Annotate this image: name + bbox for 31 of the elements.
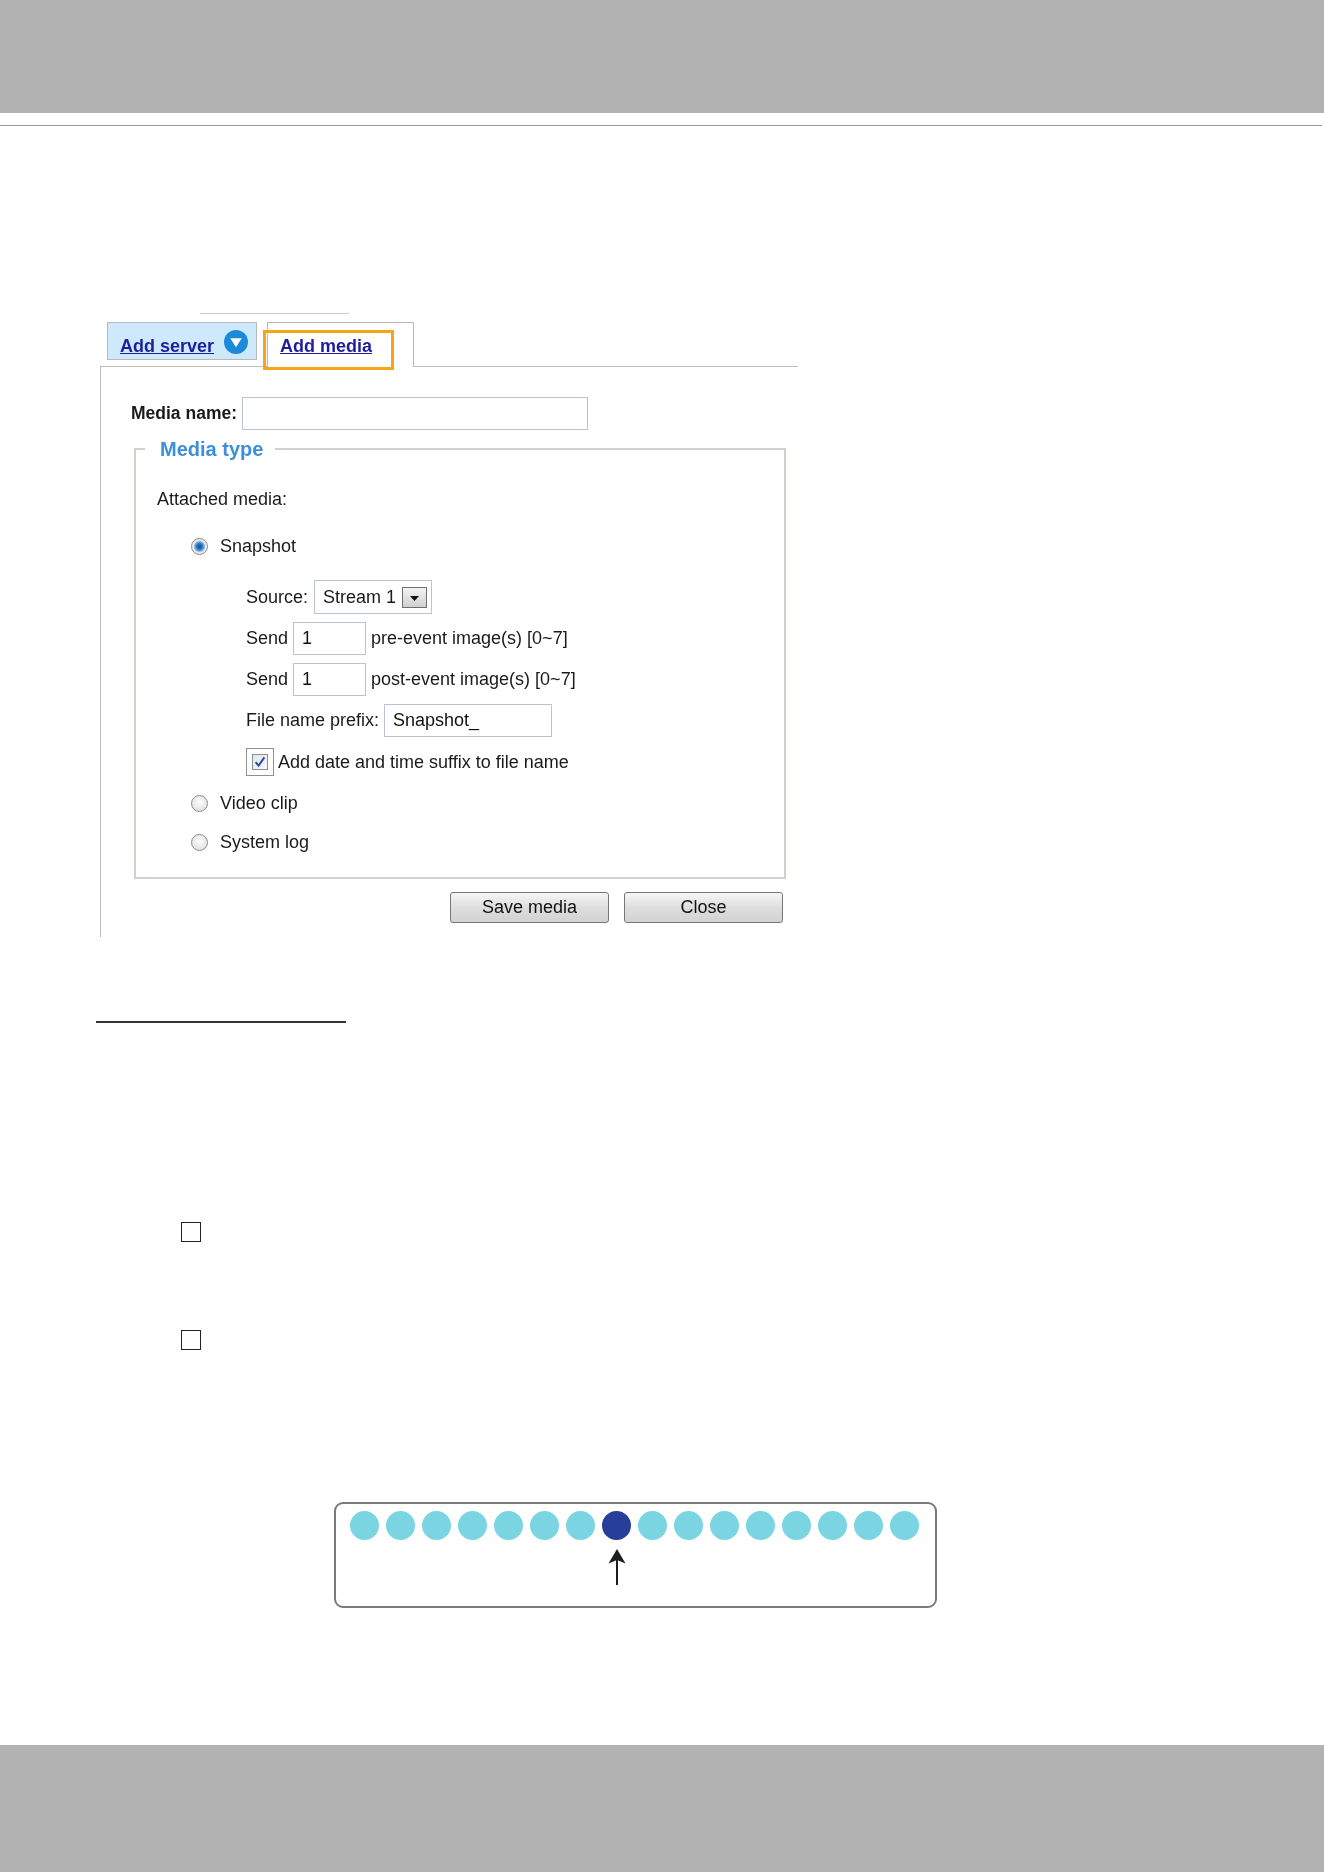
tab[interactable]: Add media: [267, 322, 414, 367]
radio-label[interactable]: Video clip: [220, 792, 298, 814]
dialog-button[interactable]: Save media: [450, 892, 609, 923]
radio-button[interactable]: [191, 833, 208, 851]
checkbox[interactable]: [181, 1330, 201, 1350]
dialog-button[interactable]: Close: [624, 892, 783, 923]
checkbox[interactable]: [246, 748, 274, 776]
field-label: File name prefix:: [246, 710, 380, 731]
radio-button[interactable]: [191, 794, 208, 812]
checkbox[interactable]: [181, 1222, 201, 1242]
group-title: Media type: [159, 438, 265, 460]
text-field[interactable]: [242, 397, 588, 430]
caret-down-icon[interactable]: [402, 586, 428, 608]
field-label: Send: [246, 628, 289, 649]
field-label: pre-event image(s) [0~7]: [371, 628, 568, 649]
source-dropdown[interactable]: Stream 1: [314, 580, 433, 614]
text-field[interactable]: Snapshot_: [384, 704, 553, 737]
field-label: Send: [246, 669, 289, 690]
radio-label[interactable]: Snapshot: [220, 535, 297, 557]
field-label: Media name:: [131, 403, 237, 424]
field-label: Attached media:: [157, 488, 288, 510]
field-label: Source:: [246, 586, 309, 608]
pointer-arrow: [607, 1549, 626, 1585]
tab[interactable]: Add server: [107, 322, 257, 360]
radio-label[interactable]: System log: [220, 831, 310, 853]
number-field[interactable]: 1: [293, 622, 367, 655]
radio-button[interactable]: [191, 537, 208, 555]
caret-circle-icon[interactable]: [224, 330, 248, 354]
field-label: post-event image(s) [0~7]: [371, 669, 576, 690]
checkbox-label[interactable]: Add date and time suffix to file name: [278, 751, 569, 773]
number-field[interactable]: 1: [293, 663, 367, 696]
